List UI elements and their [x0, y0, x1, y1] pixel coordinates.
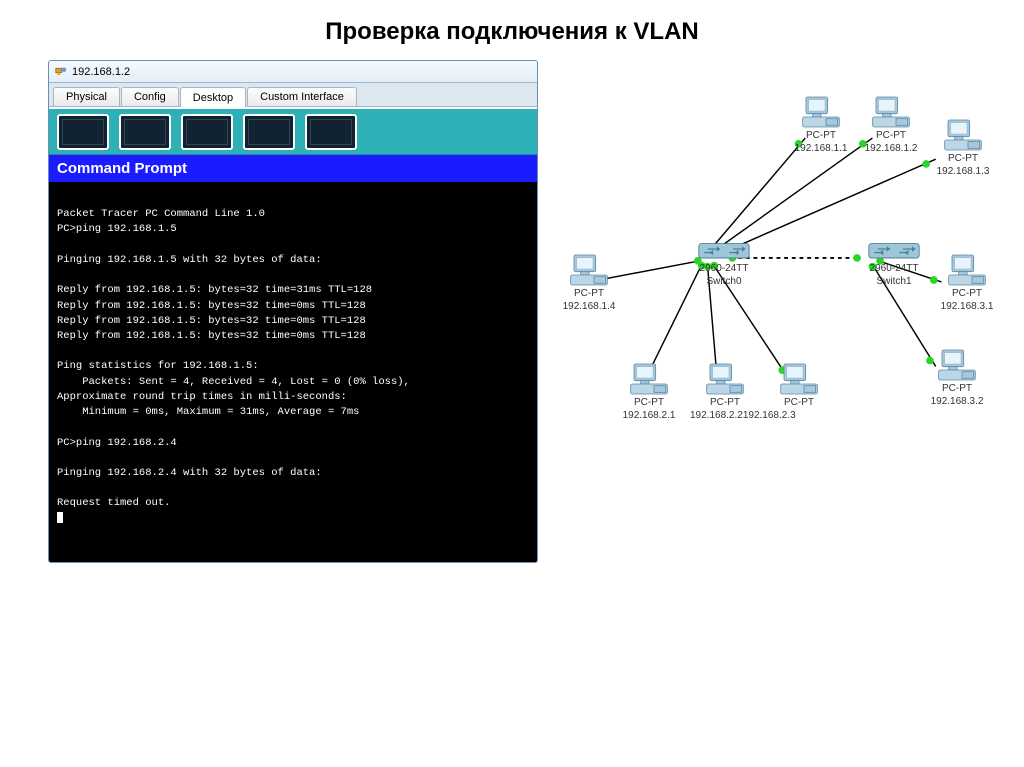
pc-icon [801, 95, 841, 129]
pc-node[interactable]: PC-PT192.168.1.3 [928, 118, 998, 178]
node-label: PC-PT [764, 397, 834, 409]
node-ip: 192.168.3.1 [932, 301, 1002, 313]
tab-desktop[interactable]: Desktop [180, 87, 246, 107]
pc-node[interactable]: PC-PT192.168.3.2 [922, 348, 992, 408]
pc-node[interactable]: PC-PT192.168.1.2 [856, 95, 926, 155]
switch-node[interactable]: 2960-24TTSwitch1 [854, 240, 934, 288]
tab-row: Physical Config Desktop Custom Interface [49, 83, 537, 107]
packet-tracer-pane: 192.168.1.2 Physical Config Desktop Cust… [48, 60, 538, 563]
node-ip: 192.168.1.2 [856, 143, 926, 155]
pc-icon [705, 362, 745, 396]
terminal-output[interactable]: Packet Tracer PC Command Line 1.0 PC>pin… [49, 182, 537, 562]
desktop-app-tile[interactable] [181, 114, 233, 150]
content-area: 192.168.1.2 Physical Config Desktop Cust… [0, 60, 1024, 563]
node-sublabel: Switch0 [684, 276, 764, 288]
node-label: PC-PT [922, 383, 992, 395]
pc-icon [569, 253, 609, 287]
node-ip: 192.168.2.1 [614, 410, 684, 422]
pc-icon [871, 95, 911, 129]
node-ip: 192.168.1.3 [928, 166, 998, 178]
node-label: PC-PT [614, 397, 684, 409]
desktop-apps-strip [49, 107, 537, 155]
window-address: 192.168.1.2 [72, 66, 130, 78]
pc-node[interactable]: PC-PT192.168.3.1 [932, 253, 1002, 313]
tab-physical[interactable]: Physical [53, 87, 120, 106]
pc-icon [947, 253, 987, 287]
node-label: PC-PT [554, 288, 624, 300]
node-ip: 192.168.3.2 [922, 396, 992, 408]
tab-custom-interface[interactable]: Custom Interface [247, 87, 357, 106]
node-ip: 192.168.2.2192.168.2.3 [690, 410, 760, 422]
switch-icon [697, 240, 751, 262]
desktop-app-tile[interactable] [305, 114, 357, 150]
app-icon [55, 66, 67, 78]
window-title-bar: 192.168.1.2 [49, 61, 537, 83]
desktop-app-tile[interactable] [57, 114, 109, 150]
node-label: 2960-24TT [854, 263, 934, 275]
tab-config[interactable]: Config [121, 87, 179, 106]
node-label: PC-PT [786, 130, 856, 142]
desktop-app-tile[interactable] [243, 114, 295, 150]
desktop-app-tile[interactable] [119, 114, 171, 150]
pc-node[interactable]: PC-PT192.168.1.1 [786, 95, 856, 155]
pc-node[interactable]: PC-PT192.168.2.2192.168.2.3 [690, 362, 760, 422]
node-label: PC-PT [928, 153, 998, 165]
node-label: PC-PT [690, 397, 760, 409]
node-ip: 192.168.1.1 [786, 143, 856, 155]
pc-icon [779, 362, 819, 396]
pc-icon [943, 118, 983, 152]
pc-icon [629, 362, 669, 396]
network-topology: PC-PT192.168.1.1PC-PT192.168.1.2PC-PT192… [554, 60, 976, 500]
slide-title: Проверка подключения к VLAN [0, 0, 1024, 60]
node-label: 2960-24TT [684, 263, 764, 275]
pc-window: 192.168.1.2 Physical Config Desktop Cust… [48, 60, 538, 563]
switch-icon [867, 240, 921, 262]
switch-node[interactable]: 2960-24TTSwitch0 [684, 240, 764, 288]
command-prompt-title: Command Prompt [49, 155, 537, 182]
pc-node[interactable]: PC-PT192.168.2.1 [614, 362, 684, 422]
pc-icon [937, 348, 977, 382]
node-sublabel: Switch1 [854, 276, 934, 288]
node-label: PC-PT [856, 130, 926, 142]
node-ip: 192.168.1.4 [554, 301, 624, 313]
node-label: PC-PT [932, 288, 1002, 300]
pc-node[interactable]: PC-PT192.168.1.4 [554, 253, 624, 313]
pc-node[interactable]: PC-PT [764, 362, 834, 409]
